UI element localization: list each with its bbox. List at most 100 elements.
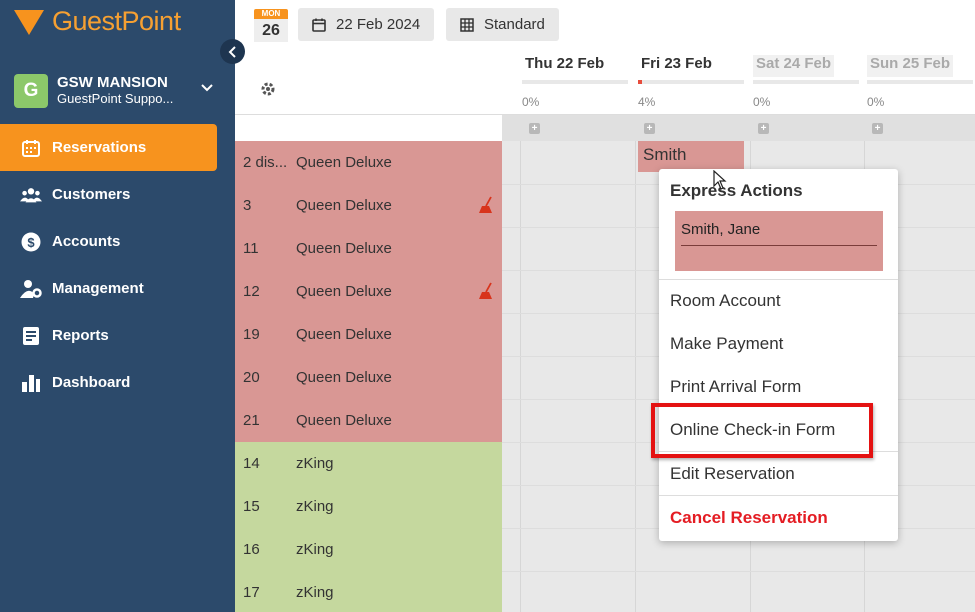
property-selector[interactable]: G GSW MANSION GuestPoint Suppo... <box>14 72 224 110</box>
add-booking-icon[interactable]: + <box>758 123 769 134</box>
menu-item-room-account[interactable]: Room Account <box>670 291 781 311</box>
settings-gear-icon[interactable] <box>260 81 276 102</box>
room-type: zKing <box>296 584 334 601</box>
broom-icon <box>479 282 492 299</box>
property-subtitle: GuestPoint Suppo... <box>57 91 174 106</box>
room-type: Queen Deluxe <box>296 369 392 386</box>
date-picker-button[interactable]: 22 Feb 2024 <box>298 8 435 41</box>
grid-add-row: + + + + <box>502 115 975 141</box>
room-number: 17 <box>243 584 260 601</box>
sidebar-item-label: Management <box>52 280 144 297</box>
guest-divider <box>681 245 877 246</box>
user-gear-icon <box>20 278 42 300</box>
sidebar-item-label: Accounts <box>52 233 121 250</box>
day-label: Thu 22 Feb <box>525 55 605 72</box>
sidebar-item-management[interactable]: Management <box>0 265 235 312</box>
room-row[interactable]: 14 zKing <box>235 442 502 485</box>
room-row[interactable]: 3 Queen Deluxe <box>235 184 502 227</box>
room-type: Queen Deluxe <box>296 197 392 214</box>
occupancy-percent: 0% <box>753 95 771 109</box>
calendar-icon <box>20 137 42 159</box>
room-number: 15 <box>243 498 260 515</box>
room-row[interactable]: 20 Queen Deluxe <box>235 356 502 399</box>
guest-name: Smith, Jane <box>681 221 761 238</box>
today-button[interactable]: MON 26 <box>254 9 288 42</box>
grid-line <box>520 141 521 612</box>
sidebar-item-customers[interactable]: Customers <box>0 171 235 218</box>
menu-divider <box>659 495 898 496</box>
day-label: Fri 23 Feb <box>641 55 712 72</box>
day-column-header[interactable]: Fri 23 Feb 4% <box>638 55 744 111</box>
occupancy-percent: 4% <box>638 95 656 109</box>
collapse-sidebar-button[interactable] <box>220 39 245 64</box>
sidebar-item-reservations[interactable]: Reservations <box>0 124 217 171</box>
menu-item-edit-reservation[interactable]: Edit Reservation <box>670 464 795 484</box>
occupancy-bar <box>522 80 628 84</box>
room-type: zKing <box>296 498 334 515</box>
occupancy-bar <box>753 80 859 84</box>
property-avatar: G <box>14 74 48 108</box>
room-row[interactable]: 11 Queen Deluxe <box>235 227 502 270</box>
annotation-highlight-box <box>651 403 873 458</box>
room-number: 12 <box>243 283 260 300</box>
menu-divider <box>659 279 898 280</box>
sidebar-item-label: Dashboard <box>52 374 131 391</box>
menu-item-make-payment[interactable]: Make Payment <box>670 334 783 354</box>
grid-icon <box>460 17 474 32</box>
users-icon <box>20 184 42 206</box>
menu-item-print-arrival-form[interactable]: Print Arrival Form <box>670 377 801 397</box>
room-row[interactable]: 12 Queen Deluxe <box>235 270 502 313</box>
room-row[interactable]: 15 zKing <box>235 485 502 528</box>
guest-card[interactable]: Smith, Jane <box>675 211 883 271</box>
sidebar-item-reports[interactable]: Reports <box>0 312 235 359</box>
today-day-of-week: MON <box>254 9 288 19</box>
bar-chart-icon <box>20 372 42 394</box>
sidebar-item-dashboard[interactable]: Dashboard <box>0 359 235 406</box>
today-day-number: 26 <box>254 19 288 42</box>
mouse-cursor-icon <box>713 170 727 190</box>
add-booking-icon[interactable]: + <box>529 123 540 134</box>
room-row[interactable]: 2 dis... Queen Deluxe <box>235 141 502 184</box>
day-column-header[interactable]: Sun 25 Feb 0% <box>867 55 973 111</box>
room-type: Queen Deluxe <box>296 154 392 171</box>
logo-mark-icon <box>14 9 44 35</box>
grid-line <box>502 571 975 572</box>
occupancy-bar <box>638 80 744 84</box>
express-actions-menu: Express Actions Smith, Jane Room Account… <box>659 169 898 541</box>
menu-item-cancel-reservation[interactable]: Cancel Reservation <box>670 508 828 528</box>
occupancy-percent: 0% <box>522 95 540 109</box>
broom-icon <box>479 196 492 213</box>
logo[interactable]: GuestPoint <box>14 6 181 37</box>
view-mode-label: Standard <box>484 16 545 33</box>
room-list: 2 dis... Queen Deluxe 3 Queen Deluxe 11 … <box>235 141 502 612</box>
logo-text: GuestPoint <box>52 6 181 36</box>
svg-text:$: $ <box>27 235 35 250</box>
date-picker-label: 22 Feb 2024 <box>336 16 421 33</box>
room-number: 19 <box>243 326 260 343</box>
room-type: Queen Deluxe <box>296 412 392 429</box>
day-column-header[interactable]: Thu 22 Feb 0% <box>522 55 628 111</box>
room-row[interactable]: 21 Queen Deluxe <box>235 399 502 442</box>
day-column-header[interactable]: Sat 24 Feb 0% <box>753 55 859 111</box>
add-booking-icon[interactable]: + <box>872 123 883 134</box>
room-number: 14 <box>243 455 260 472</box>
dollar-icon: $ <box>20 231 42 253</box>
day-label: Sat 24 Feb <box>753 55 835 77</box>
room-number: 3 <box>243 197 252 214</box>
add-booking-icon[interactable]: + <box>644 123 655 134</box>
property-name: GSW MANSION <box>57 74 168 91</box>
sidebar-item-accounts[interactable]: $ Accounts <box>0 218 235 265</box>
chevron-down-icon <box>201 84 213 92</box>
room-number: 20 <box>243 369 260 386</box>
reservation-block[interactable]: Smith <box>638 141 744 172</box>
view-mode-button[interactable]: Standard <box>446 8 559 41</box>
room-row[interactable]: 17 zKing <box>235 571 502 612</box>
sidebar: GuestPoint G GSW MANSION GuestPoint Supp… <box>0 0 235 612</box>
room-number: 21 <box>243 412 260 429</box>
room-row[interactable]: 19 Queen Deluxe <box>235 313 502 356</box>
sidebar-item-label: Reservations <box>52 139 147 156</box>
room-row[interactable]: 16 zKing <box>235 528 502 571</box>
occupancy-bar <box>867 80 973 84</box>
room-number: 16 <box>243 541 260 558</box>
grid-line <box>635 141 636 612</box>
